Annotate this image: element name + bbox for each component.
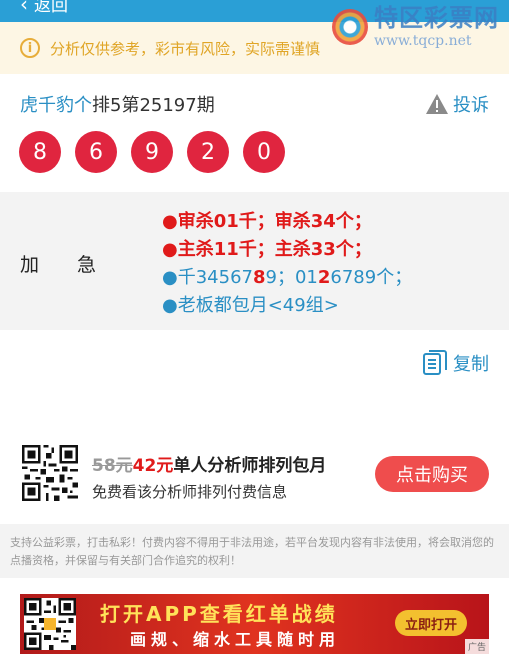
line-text: 9；01	[265, 267, 318, 288]
bullet-dot: ●	[162, 211, 178, 232]
draw-result-balls: 8 6 9 2 0	[19, 131, 285, 173]
line-text: 老板都包月<49组>	[177, 295, 339, 316]
buy-button[interactable]: 点击购买	[375, 456, 489, 492]
site-logo-icon	[332, 9, 368, 45]
promo-price-line: 58元42元单人分析师排列包月	[92, 451, 326, 476]
info-icon: i	[20, 38, 40, 58]
ad-tag: 广告	[464, 639, 489, 654]
issue-header: 虎千豹个排5第25197期 投诉	[20, 90, 489, 118]
back-button[interactable]: ‹ 返回	[20, 0, 68, 16]
watermark-url: www.tqcp.net	[374, 33, 472, 49]
panel-label: 加急	[20, 250, 134, 277]
line-highlight: 8	[252, 267, 266, 288]
line-end: ；	[353, 239, 372, 260]
bullet-dot: ●	[162, 239, 178, 260]
original-price: 58元	[92, 456, 133, 476]
line-text: 6789个；	[330, 267, 413, 288]
copy-button[interactable]: 复制	[423, 350, 489, 376]
copy-icon	[423, 350, 447, 375]
ad-title: 打开APP查看红单战绩	[100, 602, 338, 626]
analysis-line-1: ●审杀01千；审杀34个；	[162, 208, 412, 236]
line-text: 审杀01千；审杀34个	[177, 211, 354, 232]
disclaimer-text: 支持公益彩票，打击私彩！付费内容不得用于非法用途，若平台发现内容有非法使用，将会…	[0, 524, 509, 578]
line-text: 千34567	[177, 267, 253, 288]
ad-qr-code-icon	[24, 598, 76, 650]
back-label: 返回	[34, 0, 68, 16]
site-watermark: 特区彩票网 www.tqcp.net	[332, 6, 499, 48]
bullet-dot: ●	[162, 295, 178, 316]
sale-price: 42元	[132, 456, 174, 476]
result-ball: 9	[131, 131, 173, 173]
app-ad-banner[interactable]: 打开APP查看红单战绩 画规、缩水工具随时用 立即打开 广告	[20, 594, 489, 654]
analysis-panel: 加急 ●审杀01千；审杀34个； ●主杀11千；主杀33个； ●千3456789…	[0, 192, 509, 330]
analysis-line-4: ●老板都包月<49组>	[162, 292, 412, 320]
result-ball: 0	[243, 131, 285, 173]
bullet-dot: ●	[162, 267, 178, 288]
line-text: 主杀11千；主杀33个	[177, 239, 354, 260]
analyst-name-link[interactable]: 虎千豹个	[20, 95, 92, 116]
line-end: ；	[353, 211, 372, 232]
copy-label: 复制	[453, 354, 489, 375]
report-button[interactable]: 投诉	[425, 91, 489, 117]
page-title: 虎千豹个排5第25197期	[20, 91, 215, 117]
notice-text: 分析仅供参考，彩市有风险，实际需谨慎	[50, 39, 321, 58]
panel-label-b: 急	[77, 254, 97, 276]
analysis-line-3: ●千3456789；0126789个；	[162, 264, 412, 292]
chevron-left-icon: ‹	[20, 0, 28, 16]
watermark-title: 特区彩票网	[374, 4, 499, 32]
report-label: 投诉	[453, 95, 489, 116]
qr-code-icon	[22, 445, 78, 501]
analysis-line-2: ●主杀11千；主杀33个；	[162, 236, 412, 264]
subscription-promo: 58元42元单人分析师排列包月 免费看该分析师排列付费信息 点击购买	[22, 445, 489, 503]
warning-icon	[426, 94, 448, 114]
line-highlight: 2	[317, 267, 331, 288]
result-ball: 6	[75, 131, 117, 173]
analysis-lines: ●审杀01千；审杀34个； ●主杀11千；主杀33个； ●千3456789；01…	[162, 208, 412, 320]
panel-label-a: 加	[20, 254, 40, 276]
promo-title: 单人分析师排列包月	[173, 456, 327, 476]
promo-subtitle: 免费看该分析师排列付费信息	[92, 483, 288, 501]
issue-label: 排5第25197期	[92, 95, 215, 116]
ad-subtitle: 画规、缩水工具随时用	[130, 630, 341, 649]
result-ball: 8	[19, 131, 61, 173]
open-app-button[interactable]: 立即打开	[395, 610, 467, 636]
result-ball: 2	[187, 131, 229, 173]
